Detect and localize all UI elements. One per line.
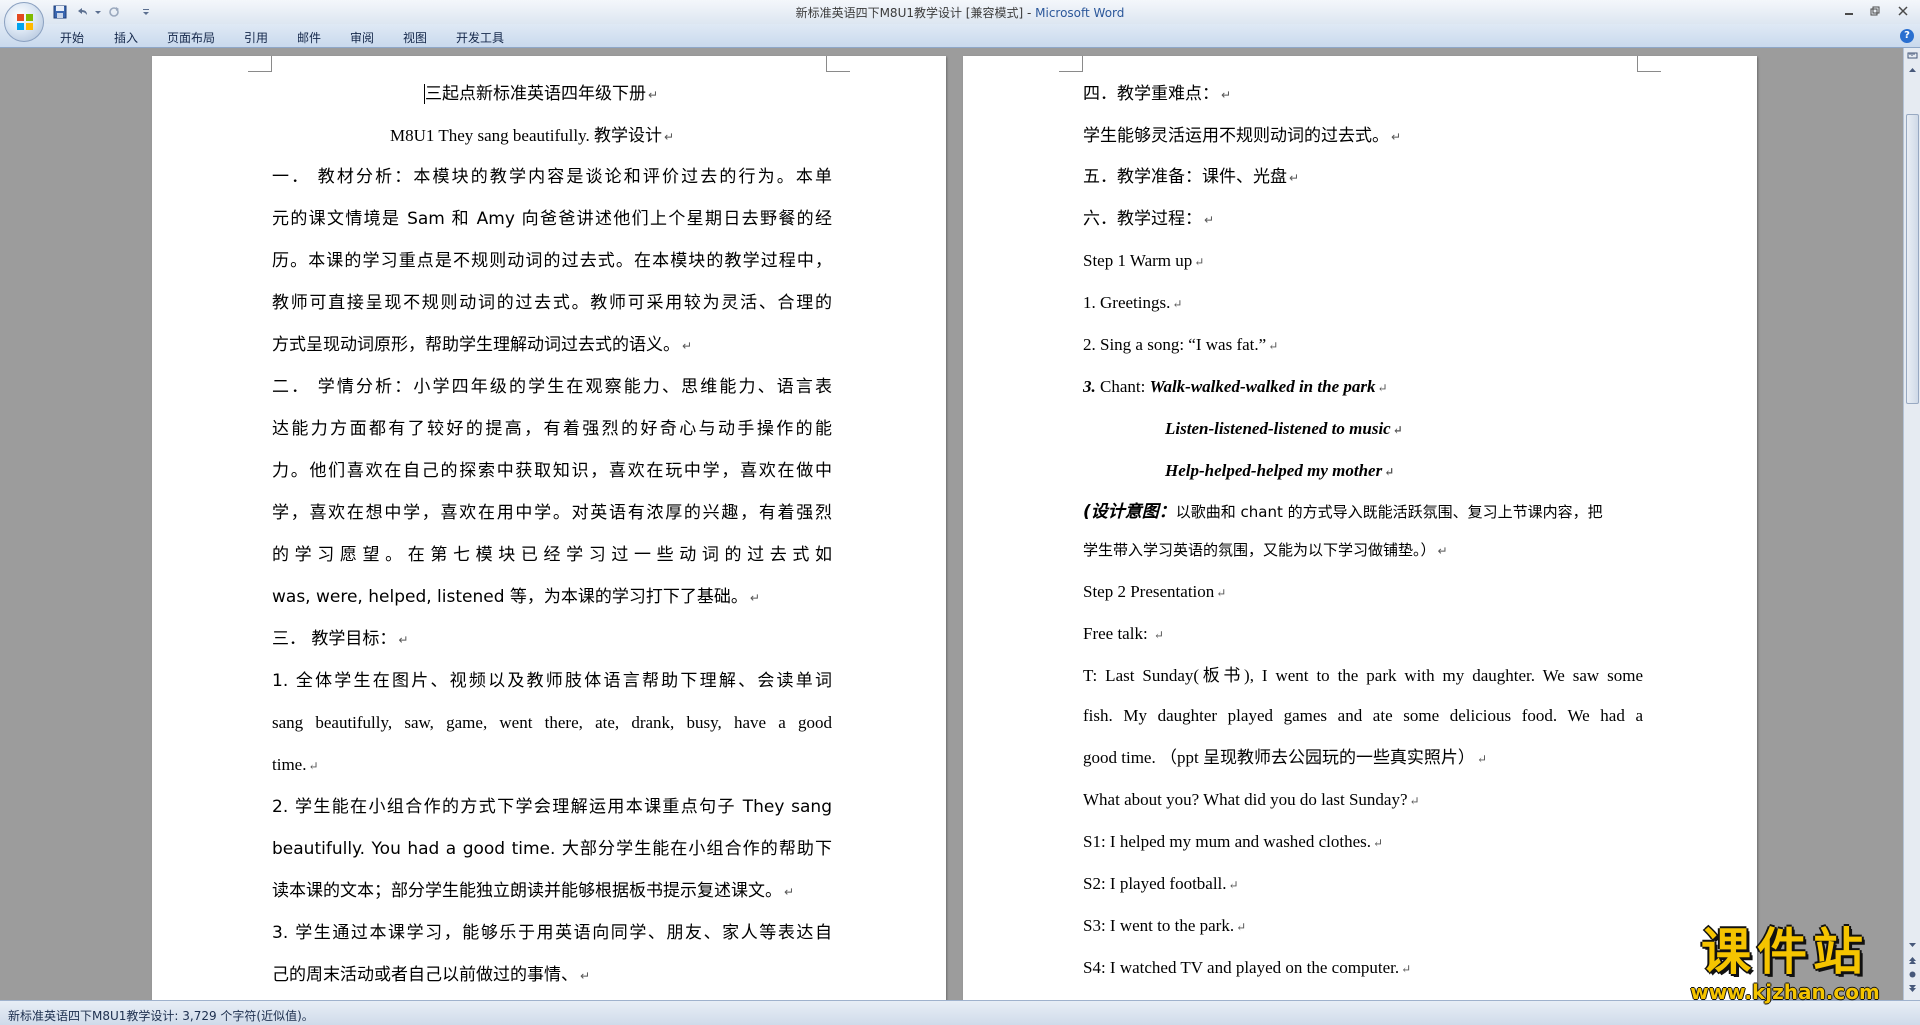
paragraph-line[interactable]: 元的课文情境是 Sam 和 Amy 向爸爸讲述他们上个星期日去野餐的经 [272,209,832,229]
paragraph-line[interactable]: What about you? What did you do last Sun… [1083,790,1420,811]
dialogue-line[interactable]: S4: I watched TV and played on the compu… [1083,958,1411,979]
paragraph-line[interactable]: 力。他们喜欢在自己的探索中获取知识，喜欢在玩中学，喜欢在做中 [272,461,832,481]
office-button[interactable] [4,2,44,42]
restore-icon[interactable] [1862,2,1888,20]
step-heading[interactable]: Step 2 Presentation ↵ [1083,582,1226,603]
paragraph-line[interactable]: 己的周末活动或者自己以前做过的事情、 ↵ [272,965,590,986]
section-heading[interactable]: 六．教学过程： ↵ [1083,209,1214,230]
section-heading[interactable]: 五．教学准备：课件、光盘 ↵ [1083,167,1299,188]
paragraph-line[interactable]: beautifully. You had a good time. 大部分学生能… [272,839,832,859]
ruler-toggle-icon[interactable] [1906,50,1919,63]
paragraph-line[interactable]: 学生能够灵活运用不规则动词的过去式。 ↵ [1083,126,1401,147]
tab-developer[interactable]: 开发工具 [456,29,504,46]
paragraph-line[interactable]: 1. 全体学生在图片、视频以及教师肢体语言帮助下理解、会读单词 [272,671,832,691]
list-item[interactable]: 3. Chant: Walk-walked-walked in the park… [1083,377,1388,398]
vertical-scrollbar[interactable] [1903,48,1920,1000]
paragraph-line[interactable]: 二． 学情分析：小学四年级的学生在观察能力、思维能力、语言表 [272,377,832,397]
page-corner-mark [248,56,272,72]
watermark-logo: 课件站 www.kjzhan.com [1668,924,1902,1006]
paragraph-line[interactable]: fish. My daughter played games and ate s… [1083,706,1643,726]
chant-line[interactable]: Listen-listened-listened to music ↵ [1165,419,1403,440]
status-bar: 新标准英语四下M8U1教学设计: 3,729 个字符(近似值)。 [0,1000,1920,1025]
paragraph-line[interactable]: time. ↵ [272,755,319,776]
tab-mailings[interactable]: 邮件 [297,29,321,46]
word-count-status[interactable]: 新标准英语四下M8U1教学设计: 3,729 个字符(近似值)。 [8,1007,314,1024]
paragraph-line[interactable]: 学，喜欢在想中学，喜欢在用中学。对英语有浓厚的兴趣，有着强烈 [272,503,832,523]
dialogue-line[interactable]: S3: I went to the park. ↵ [1083,916,1246,937]
chant-line[interactable]: Help-helped-helped my mother ↵ [1165,461,1394,482]
document-page-left: 三起点新标准英语四年级下册 ↵ M8U1 They sang beautifull… [152,56,946,1000]
paragraph-line[interactable]: 3. 学生通过本课学习，能够乐于用英语向同学、朋友、家人等表达自 [272,923,832,943]
next-page-icon[interactable] [1906,984,1919,997]
page-corner-mark [1059,56,1083,72]
window-title: 新标准英语四下M8U1教学设计 [兼容模式] - Microsoft Word [795,6,1125,20]
paragraph-line[interactable]: T: Last Sunday(板书), I went to the park w… [1083,666,1643,686]
dialogue-line[interactable]: S2: I played football. ↵ [1083,874,1239,895]
document-page-right: 四．教学重难点： ↵ 学生能够灵活运用不规则动词的过去式。 ↵ 五．教学准备：课件、… [963,56,1757,1000]
paragraph-line[interactable]: 方式呈现动词原形，帮助学生理解动词过去式的语义。 ↵ [272,335,692,356]
design-intent-line[interactable]: 学生带入学习英语的氛围，又能为以下学习做铺垫。） ↵ [1083,540,1448,561]
tab-references[interactable]: 引用 [244,29,268,46]
paragraph-line[interactable]: 达能力方面都有了较好的提高，有着强烈的好奇心与动手操作的能 [272,419,832,439]
list-item[interactable]: 1. Greetings. ↵ [1083,293,1182,314]
paragraph-line[interactable]: was, were, helped, listened 等，为本课的学习打下了基… [272,587,760,608]
section-heading[interactable]: 四．教学重难点： ↵ [1083,84,1231,105]
app-name: Microsoft Word [1035,6,1125,20]
step-heading[interactable]: Step 1 Warm up ↵ [1083,251,1204,272]
paragraph-line[interactable]: good time. （ppt 呈现教师去公园玩的一些真实照片） ↵ [1083,748,1487,769]
scrollbar-thumb[interactable] [1906,114,1919,404]
paragraph-line[interactable]: 读本课的文本；部分学生能独立朗读并能够根据板书提示复述课文。 ↵ [272,881,794,902]
paragraph-line[interactable]: 历。本课的学习重点是不规则动词的过去式。在本模块的教学过程中， [272,251,832,271]
paragraph-line[interactable]: 一． 教材分析：本模块的教学内容是谈论和评价过去的行为。本单 [272,167,832,187]
paragraph-line[interactable]: sang beautifully, saw, game, went there,… [272,713,832,733]
paragraph-line[interactable]: 2. 学生能在小组合作的方式下学会理解运用本课重点句子 They sang [272,797,832,817]
dialogue-line[interactable]: S1: I helped my mum and washed clothes. ↵ [1083,832,1383,853]
paragraph-line[interactable]: 的学习愿望。在第七模块已经学习过一些动词的过去式如 [272,545,832,565]
doc-heading[interactable]: 三起点新标准英语四年级下册 ↵ [425,84,658,105]
paragraph-line[interactable]: 教师可直接呈现不规则动词的过去式。教师可采用较为灵活、合理的 [272,293,832,313]
tab-review[interactable]: 审阅 [350,29,374,46]
title-bar: 新标准英语四下M8U1教学设计 [兼容模式] - Microsoft Word [0,0,1920,24]
close-icon[interactable] [1890,2,1916,20]
tab-home[interactable]: 开始 [60,29,84,46]
paragraph-line[interactable]: Free talk: ↵ [1083,624,1164,645]
scroll-down-icon[interactable] [1906,940,1919,953]
doc-subheading[interactable]: M8U1 They sang beautifully. 教学设计 ↵ [390,126,674,147]
watermark-title: 课件站 [1701,922,1869,981]
watermark-url: www.kjzhan.com [1690,980,1880,1004]
page-corner-mark [826,56,850,72]
ribbon-tabs: 开始 插入 页面布局 引用 邮件 审阅 视图 开发工具 ? [0,24,1920,48]
scroll-up-icon[interactable] [1906,66,1919,79]
minimize-icon[interactable] [1836,2,1862,20]
list-item[interactable]: 2. Sing a song: “I was fat.” ↵ [1083,335,1278,356]
tab-insert[interactable]: 插入 [114,29,138,46]
office-logo-icon [17,14,33,30]
design-intent-line[interactable]: (设计意图：以歌曲和 chant 的方式导入既能活跃氛围、复习上节课内容，把 [1083,502,1603,522]
document-workspace: 三起点新标准英语四年级下册 ↵ M8U1 They sang beautifull… [0,48,1903,1000]
page-corner-mark [1637,56,1661,72]
section-heading[interactable]: 三． 教学目标： ↵ [272,629,408,650]
tab-page-layout[interactable]: 页面布局 [167,29,215,46]
help-icon[interactable]: ? [1900,29,1914,43]
previous-page-icon[interactable] [1906,956,1919,969]
tab-view[interactable]: 视图 [403,29,427,46]
browse-object-icon[interactable] [1906,970,1919,983]
